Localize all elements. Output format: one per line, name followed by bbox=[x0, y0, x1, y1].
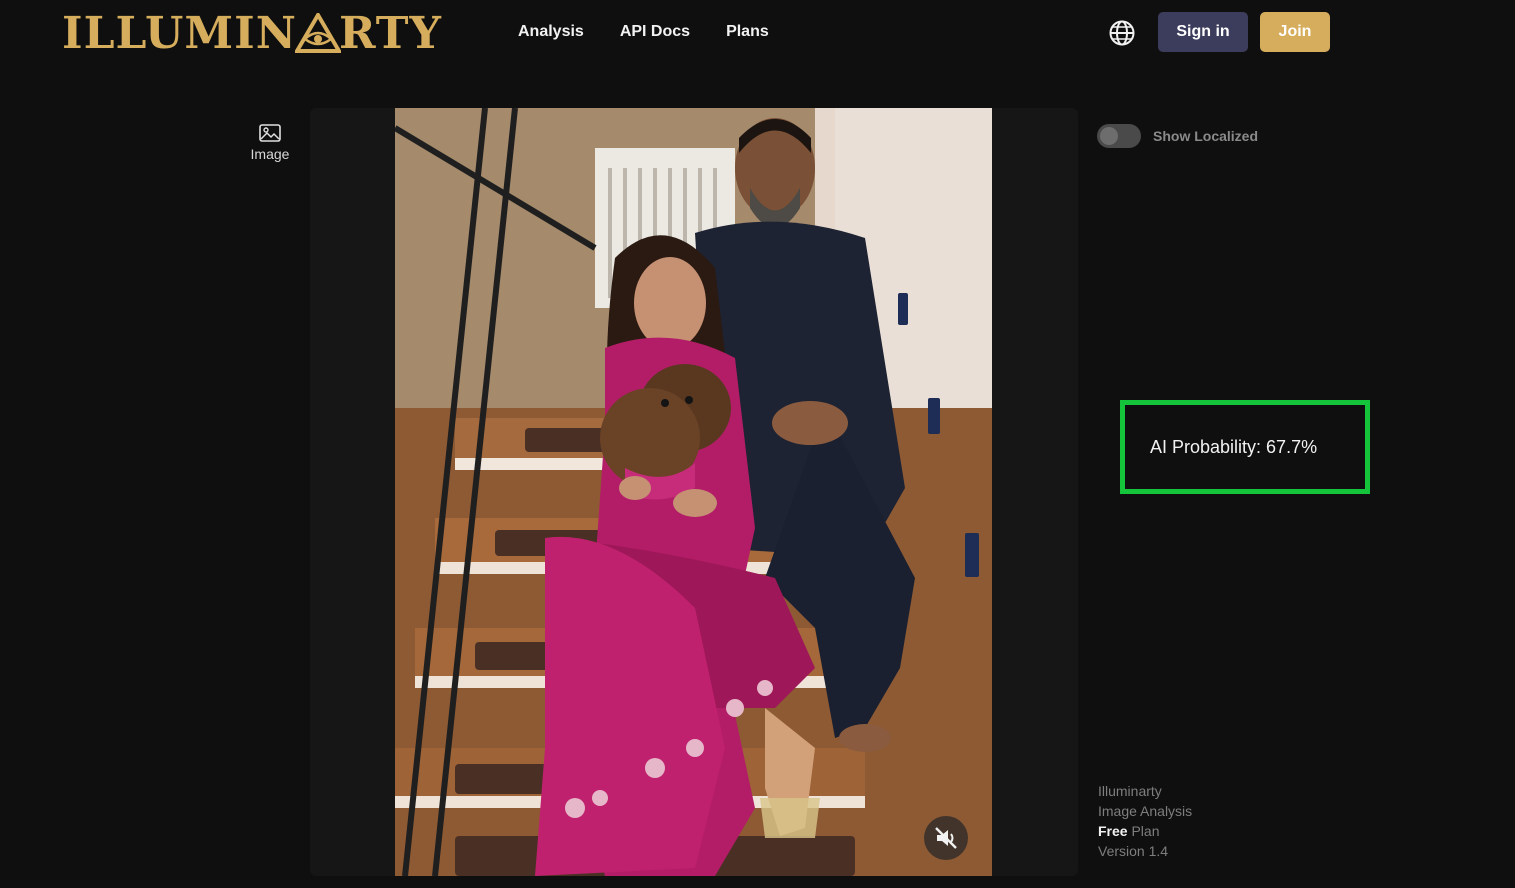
mute-button[interactable] bbox=[924, 816, 968, 860]
image-icon bbox=[259, 124, 281, 142]
footer-plan: Free Plan bbox=[1098, 821, 1192, 841]
footer-version: Version 1.4 bbox=[1098, 843, 1169, 859]
logo-text-left: ILLUMIN bbox=[62, 7, 297, 59]
show-localized-row: Show Localized bbox=[1097, 124, 1258, 148]
mute-icon bbox=[935, 827, 957, 849]
globe-icon[interactable] bbox=[1108, 19, 1136, 47]
nav-plans[interactable]: Plans bbox=[726, 22, 769, 42]
footer-info: Illuminarty Image Analysis Free Plan Ver… bbox=[1098, 781, 1192, 861]
logo-eye-icon bbox=[294, 13, 341, 53]
footer-plan-name: Free bbox=[1098, 823, 1128, 839]
image-tool-label: Image bbox=[250, 146, 290, 162]
footer-plan-suffix: Plan bbox=[1127, 823, 1160, 839]
show-localized-label: Show Localized bbox=[1153, 128, 1259, 144]
nav-api-docs[interactable]: API Docs bbox=[620, 22, 690, 42]
show-localized-toggle[interactable] bbox=[1097, 124, 1141, 148]
analyzed-photo bbox=[395, 108, 992, 876]
page: ILLUMIN RTY Analysis API Docs Plans Sign… bbox=[0, 0, 1515, 888]
ai-probability-highlight: AI Probability: 67.7% bbox=[1120, 400, 1370, 494]
ai-probability-text: AI Probability: 67.7% bbox=[1150, 436, 1318, 457]
footer-app-name: Illuminarty bbox=[1098, 783, 1162, 799]
photo-illustration bbox=[395, 108, 992, 876]
join-button[interactable]: Join bbox=[1260, 12, 1330, 52]
footer-product: Image Analysis bbox=[1098, 803, 1193, 819]
toggle-knob bbox=[1100, 127, 1118, 145]
main-nav: Analysis API Docs Plans bbox=[518, 22, 769, 42]
logo-text-right: RTY bbox=[338, 7, 442, 59]
image-tool[interactable]: Image bbox=[244, 124, 296, 162]
sign-in-button[interactable]: Sign in bbox=[1158, 12, 1248, 52]
nav-analysis[interactable]: Analysis bbox=[518, 22, 584, 42]
logo[interactable]: ILLUMIN RTY bbox=[62, 7, 442, 59]
image-panel bbox=[310, 108, 1078, 876]
